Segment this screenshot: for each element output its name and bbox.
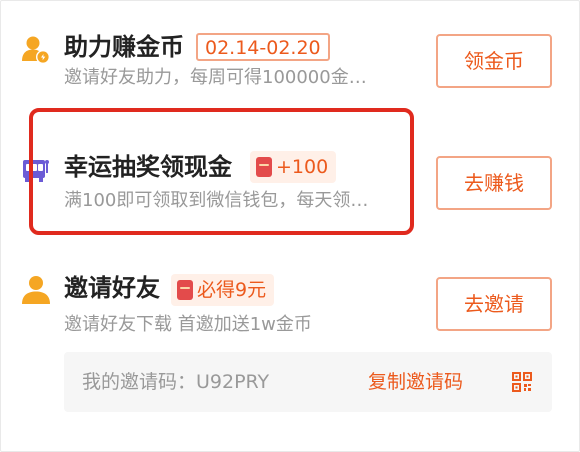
- reward-amount: 必得9元: [197, 279, 267, 301]
- task-title: 助力赚金币: [64, 33, 184, 61]
- task-description: 邀请好友下载 首邀加送1w金币: [64, 314, 312, 335]
- go-earn-button[interactable]: 去赚钱: [436, 156, 552, 210]
- red-packet-icon: [256, 157, 272, 177]
- invite-code-text: 我的邀请码：U92PRY: [82, 371, 270, 393]
- task-description: 满100即可领取到微信钱包，每天领…: [64, 190, 369, 211]
- reward-badge: +100: [250, 151, 337, 183]
- copy-invite-code-button[interactable]: 复制邀请码: [368, 352, 463, 412]
- lottery-machine-icon: [23, 160, 49, 182]
- qr-code-icon[interactable]: [512, 372, 532, 392]
- reward-amount: +100: [276, 156, 329, 178]
- task-row-lucky-draw: 幸运抽奖领现金 +100 满100即可领取到微信钱包，每天领… 去赚钱: [0, 130, 580, 240]
- task-title: 邀请好友: [64, 274, 160, 302]
- task-row-invite-friends: 邀请好友 必得9元 邀请好友下载 首邀加送1w金币 去邀请: [0, 250, 580, 450]
- user-coin-icon: [22, 36, 50, 64]
- task-title: 幸运抽奖领现金: [64, 153, 232, 181]
- task-description: 邀请好友助力，每周可得100000金…: [64, 67, 367, 88]
- get-coins-button[interactable]: 领金币: [436, 34, 552, 88]
- reward-badge: 必得9元: [171, 274, 275, 306]
- go-invite-button[interactable]: 去邀请: [436, 277, 552, 331]
- user-icon: [22, 276, 50, 304]
- task-row-help-earn-coins: 助力赚金币 02.14-02.20 邀请好友助力，每周可得100000金… 领金…: [0, 0, 580, 110]
- date-range-badge: 02.14-02.20: [196, 33, 330, 61]
- red-packet-icon: [177, 280, 193, 300]
- invite-code-bar: 我的邀请码：U92PRY 复制邀请码: [64, 352, 552, 412]
